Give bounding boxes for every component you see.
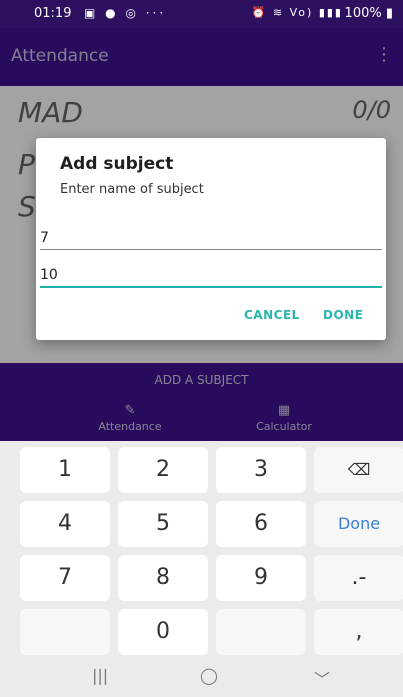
subject-name-input[interactable] [40, 227, 382, 250]
signal-icons: ⏰ ≋ Vo) ▮▮▮ [251, 6, 343, 19]
done-button[interactable]: DONE [323, 308, 363, 322]
key-1[interactable]: 1 [20, 447, 110, 493]
key-backspace[interactable]: ⌫ [314, 447, 403, 493]
key-2[interactable]: 2 [118, 447, 208, 493]
subject-count-input[interactable] [40, 264, 382, 288]
recent-apps-icon[interactable]: ||| [92, 666, 108, 685]
key-9[interactable]: 9 [216, 555, 306, 601]
key-8[interactable]: 8 [118, 555, 208, 601]
key-dot-minus[interactable]: .- [314, 555, 403, 601]
battery-icon: 100% ▮ [344, 6, 393, 21]
add-subject-dialog: Add subject Enter name of subject CANCEL… [36, 138, 386, 340]
key-done[interactable]: Done [314, 501, 403, 547]
home-icon[interactable]: ◯ [200, 666, 218, 685]
key-blank-mid[interactable] [216, 609, 306, 655]
key-comma[interactable]: , [314, 609, 403, 655]
key-6[interactable]: 6 [216, 501, 306, 547]
status-time: 01:19 [34, 6, 72, 21]
key-3[interactable]: 3 [216, 447, 306, 493]
dialog-title: Add subject [60, 154, 174, 174]
status-bar: 01:19 ▣ ● ◎ ··· ⏰ ≋ Vo) ▮▮▮ 100% ▮ [0, 0, 403, 28]
key-0[interactable]: 0 [118, 609, 208, 655]
system-nav-bar: ||| ◯ ﹀ [0, 656, 403, 697]
back-icon[interactable]: ﹀ [314, 666, 330, 690]
key-5[interactable]: 5 [118, 501, 208, 547]
key-blank-left[interactable] [20, 609, 110, 655]
notification-icons: ▣ ● ◎ ··· [84, 6, 167, 20]
key-4[interactable]: 4 [20, 501, 110, 547]
key-7[interactable]: 7 [20, 555, 110, 601]
dialog-subtitle: Enter name of subject [60, 182, 204, 197]
cancel-button[interactable]: CANCEL [244, 308, 300, 322]
